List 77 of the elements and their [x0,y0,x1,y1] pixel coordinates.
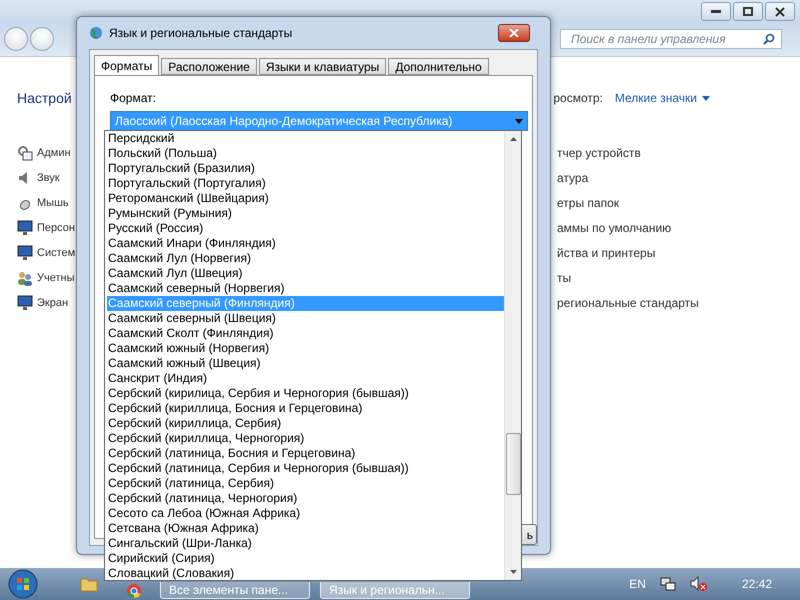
list-option[interactable]: Ретороманский (Швейцария) [107,191,504,206]
view-link[interactable]: Мелкие значки [614,91,710,105]
list-option[interactable]: Саамский южный (Швеция) [107,356,504,371]
window-title: Язык и региональные стандарты [109,26,292,40]
format-label: Формат: [110,91,157,105]
list-option[interactable]: Сетсвана (Южная Африка) [107,521,504,536]
panel-item-link[interactable]: Мышь [37,196,69,208]
list-option[interactable]: Сербский (кириллица, Сербия) [107,416,504,431]
minimize-button[interactable] [701,2,731,21]
list-option[interactable]: Сербский (латиница, Сербия и Черногория (бывшая)) [107,461,504,476]
monitor-icon [17,220,33,236]
users-icon [17,270,33,286]
browser-icon[interactable] [126,583,142,599]
dropdown-arrow-icon [515,118,523,124]
panel-item-link[interactable]: Систем [37,246,76,258]
list-option[interactable]: Персидский [107,131,504,146]
list-option[interactable]: Саамский южный (Норвегия) [107,341,504,356]
panel-item-link[interactable]: Звук [37,172,60,184]
list-option[interactable]: Сербский (латиница, Босния и Герцеговина) [107,446,504,461]
list-option[interactable]: Португальский (Бразилия) [107,161,504,176]
scrollbar-thumb[interactable] [506,433,521,495]
monitor-icon [17,294,33,310]
list-option[interactable]: Саамский Сколт (Финляндия) [107,326,504,341]
scroll-up-icon [510,137,516,141]
tab[interactable]: Языки и клавиатуры [258,58,386,75]
maximize-icon [743,7,753,16]
list-option[interactable]: Санскрит (Индия) [107,371,504,386]
list-option[interactable]: Португальский (Португалия) [107,176,504,191]
panel-item-link[interactable]: региональные стандарты [557,296,699,310]
globe-icon [89,26,103,40]
panel-item-link[interactable]: йства и принтеры [557,246,656,260]
muted-speaker-icon[interactable] [690,576,708,592]
search-icon [763,33,775,45]
network-icon[interactable] [660,577,676,591]
page-heading: Настрой [17,90,72,106]
search-field[interactable]: Поиск в панели управления [560,29,782,49]
close-button[interactable] [765,2,795,21]
list-option[interactable]: Сербский (латиница, Черногория) [107,491,504,506]
view-label: росмотр: [553,91,603,105]
list-option[interactable]: Саамский Лул (Швеция) [107,266,504,281]
panel-item-link[interactable]: тчер устройств [557,146,641,160]
list-option[interactable]: Сингальский (Шри-Ланка) [107,536,504,551]
maximize-button[interactable] [733,2,763,21]
close-icon [509,29,519,37]
panel-item-link[interactable]: Админ [37,146,71,158]
list-option[interactable]: Сирийский (Сирия) [107,551,504,566]
list-option[interactable]: Словацкий (Словакия) [107,566,504,581]
caret-icon [702,96,710,100]
scroll-down-icon [510,570,516,574]
list-option[interactable]: Саамский Лул (Норвегия) [107,251,504,266]
panel-item-link[interactable]: Персон [37,222,75,234]
panel-item-link[interactable]: Учетны [37,272,74,284]
panel-item-link[interactable]: атура [557,170,588,184]
close-button[interactable] [498,24,530,42]
list-option[interactable]: Сербский (кириллица, Черногория) [107,431,504,446]
list-option[interactable]: Польский (Польша) [107,146,504,161]
list-option[interactable]: Саамский северный (Норвегия) [107,281,504,296]
panel-item-link[interactable]: ты [557,270,572,284]
close-icon [775,6,785,16]
list-option[interactable]: Сербский (кирилица, Сербия и Черногория (бывшая)) [107,386,504,401]
panel-item-link[interactable]: аммы по умолчанию [557,220,672,234]
tab[interactable]: Форматы [94,55,160,75]
tab[interactable]: Расположение [161,58,257,75]
tab[interactable]: Дополнительно [388,58,489,75]
monitor-icon [17,244,33,260]
list-option[interactable]: Румынский (Румыния) [107,206,504,221]
list-option[interactable]: Саамский северный (Швеция) [107,311,504,326]
list-option[interactable]: Сербский (кириллица, Босния и Герцеговина) [107,401,504,416]
minimize-icon [711,10,721,14]
start-orb-icon[interactable] [8,569,38,599]
panel-item-link[interactable]: Экран [37,296,68,308]
list-option[interactable]: Саамский Инари (Финляндия) [107,236,504,251]
scrollbar[interactable] [504,131,521,580]
list-option[interactable]: Сербский (латиница, Сербия) [107,476,504,491]
panel-item-link[interactable]: етры папок [557,196,619,210]
list-option[interactable]: Сесото са Лебоа (Южная Африка) [107,506,504,521]
list-option[interactable]: Русский (Россия) [107,221,504,236]
